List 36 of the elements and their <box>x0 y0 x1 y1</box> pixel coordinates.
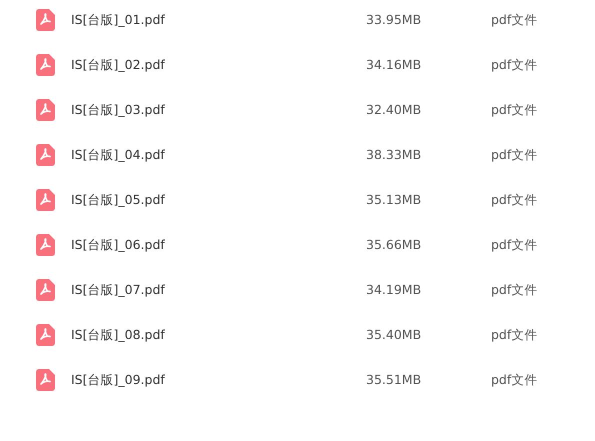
file-size: 33.95MB <box>366 10 422 29</box>
pdf-file-icon <box>36 369 55 391</box>
file-name[interactable]: IS[台版]_04.pdf <box>71 146 291 164</box>
file-size: 34.16MB <box>366 56 422 74</box>
pdf-file-icon <box>36 234 55 256</box>
file-size: 34.19MB <box>366 280 422 299</box>
file-type: pdf文件 <box>491 326 538 344</box>
pdf-file-icon <box>36 54 55 76</box>
file-size: 35.66MB <box>366 236 422 254</box>
file-name[interactable]: IS[台版]_03.pdf <box>71 100 291 120</box>
file-type: pdf文件 <box>491 100 538 119</box>
file-type: pdf文件 <box>491 146 538 164</box>
pdf-file-icon <box>36 324 55 346</box>
pdf-file-icon <box>36 189 55 211</box>
pdf-file-icon <box>36 9 55 31</box>
file-size: 32.40MB <box>366 100 422 119</box>
file-type: pdf文件 <box>491 236 538 254</box>
file-name[interactable]: IS[台版]_08.pdf <box>71 326 291 344</box>
file-name[interactable]: IS[台版]_09.pdf <box>71 370 291 390</box>
file-name[interactable]: IS[台版]_05.pdf <box>71 190 291 210</box>
file-type: pdf文件 <box>491 280 538 299</box>
pdf-file-icon <box>36 99 55 121</box>
file-size: 38.33MB <box>366 146 422 164</box>
file-name[interactable]: IS[台版]_06.pdf <box>71 236 291 254</box>
file-type: pdf文件 <box>491 56 538 74</box>
file-size: 35.51MB <box>366 370 422 389</box>
file-size: 35.13MB <box>366 190 422 209</box>
file-type: pdf文件 <box>491 370 538 389</box>
file-type: pdf文件 <box>491 190 538 209</box>
pdf-file-icon <box>36 279 55 301</box>
file-name[interactable]: IS[台版]_01.pdf <box>71 10 291 30</box>
pdf-file-icon <box>36 144 55 166</box>
file-size: 35.40MB <box>366 326 422 344</box>
file-type: pdf文件 <box>491 10 538 29</box>
file-name[interactable]: IS[台版]_02.pdf <box>71 56 291 74</box>
file-name[interactable]: IS[台版]_07.pdf <box>71 280 291 300</box>
